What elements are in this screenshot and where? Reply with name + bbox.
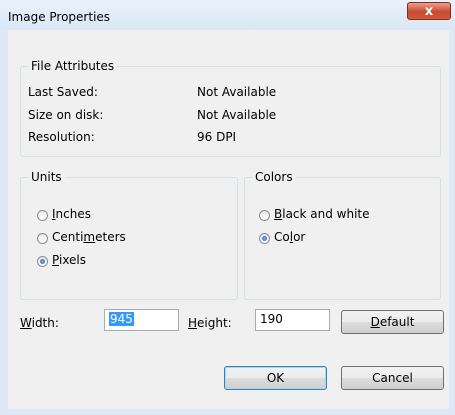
last-saved-value: Not Available: [197, 85, 277, 99]
default-button[interactable]: Default: [341, 310, 444, 334]
black-and-white-label[interactable]: Black and white: [274, 207, 370, 221]
close-icon: x: [424, 4, 434, 19]
height-input[interactable]: 190: [255, 309, 330, 331]
pixels-label[interactable]: Pixels: [52, 253, 86, 267]
units-legend: Units: [28, 170, 65, 184]
file-attributes-legend: File Attributes: [28, 59, 118, 73]
resolution-value: 96 DPI: [197, 130, 237, 144]
dialog-client-area: File Attributes Last Saved: Not Availabl…: [8, 30, 449, 409]
size-on-disk-label: Size on disk:: [28, 108, 104, 122]
colors-legend: Colors: [252, 170, 296, 184]
height-value: 190: [260, 312, 283, 326]
centimeters-label[interactable]: Centimeters: [52, 230, 126, 244]
inches-label[interactable]: Inches: [52, 207, 91, 221]
resolution-label: Resolution:: [28, 130, 95, 144]
close-button[interactable]: x: [407, 2, 451, 20]
color-radio[interactable]: [259, 233, 270, 244]
color-label[interactable]: Color: [274, 230, 305, 244]
width-label: Width:: [20, 316, 59, 330]
width-input[interactable]: 945: [104, 309, 179, 331]
width-value-selected: 945: [109, 312, 134, 326]
black-and-white-radio[interactable]: [259, 210, 270, 221]
centimeters-radio[interactable]: [37, 233, 48, 244]
height-label: Height:: [188, 316, 232, 330]
last-saved-label: Last Saved:: [28, 85, 98, 99]
pixels-radio[interactable]: [37, 256, 48, 267]
ok-button[interactable]: OK: [224, 366, 327, 390]
size-on-disk-value: Not Available: [197, 108, 277, 122]
inches-radio[interactable]: [37, 210, 48, 221]
cancel-button[interactable]: Cancel: [341, 366, 444, 390]
title-bar: Image Properties x: [0, 0, 455, 30]
window-title: Image Properties: [8, 10, 111, 24]
